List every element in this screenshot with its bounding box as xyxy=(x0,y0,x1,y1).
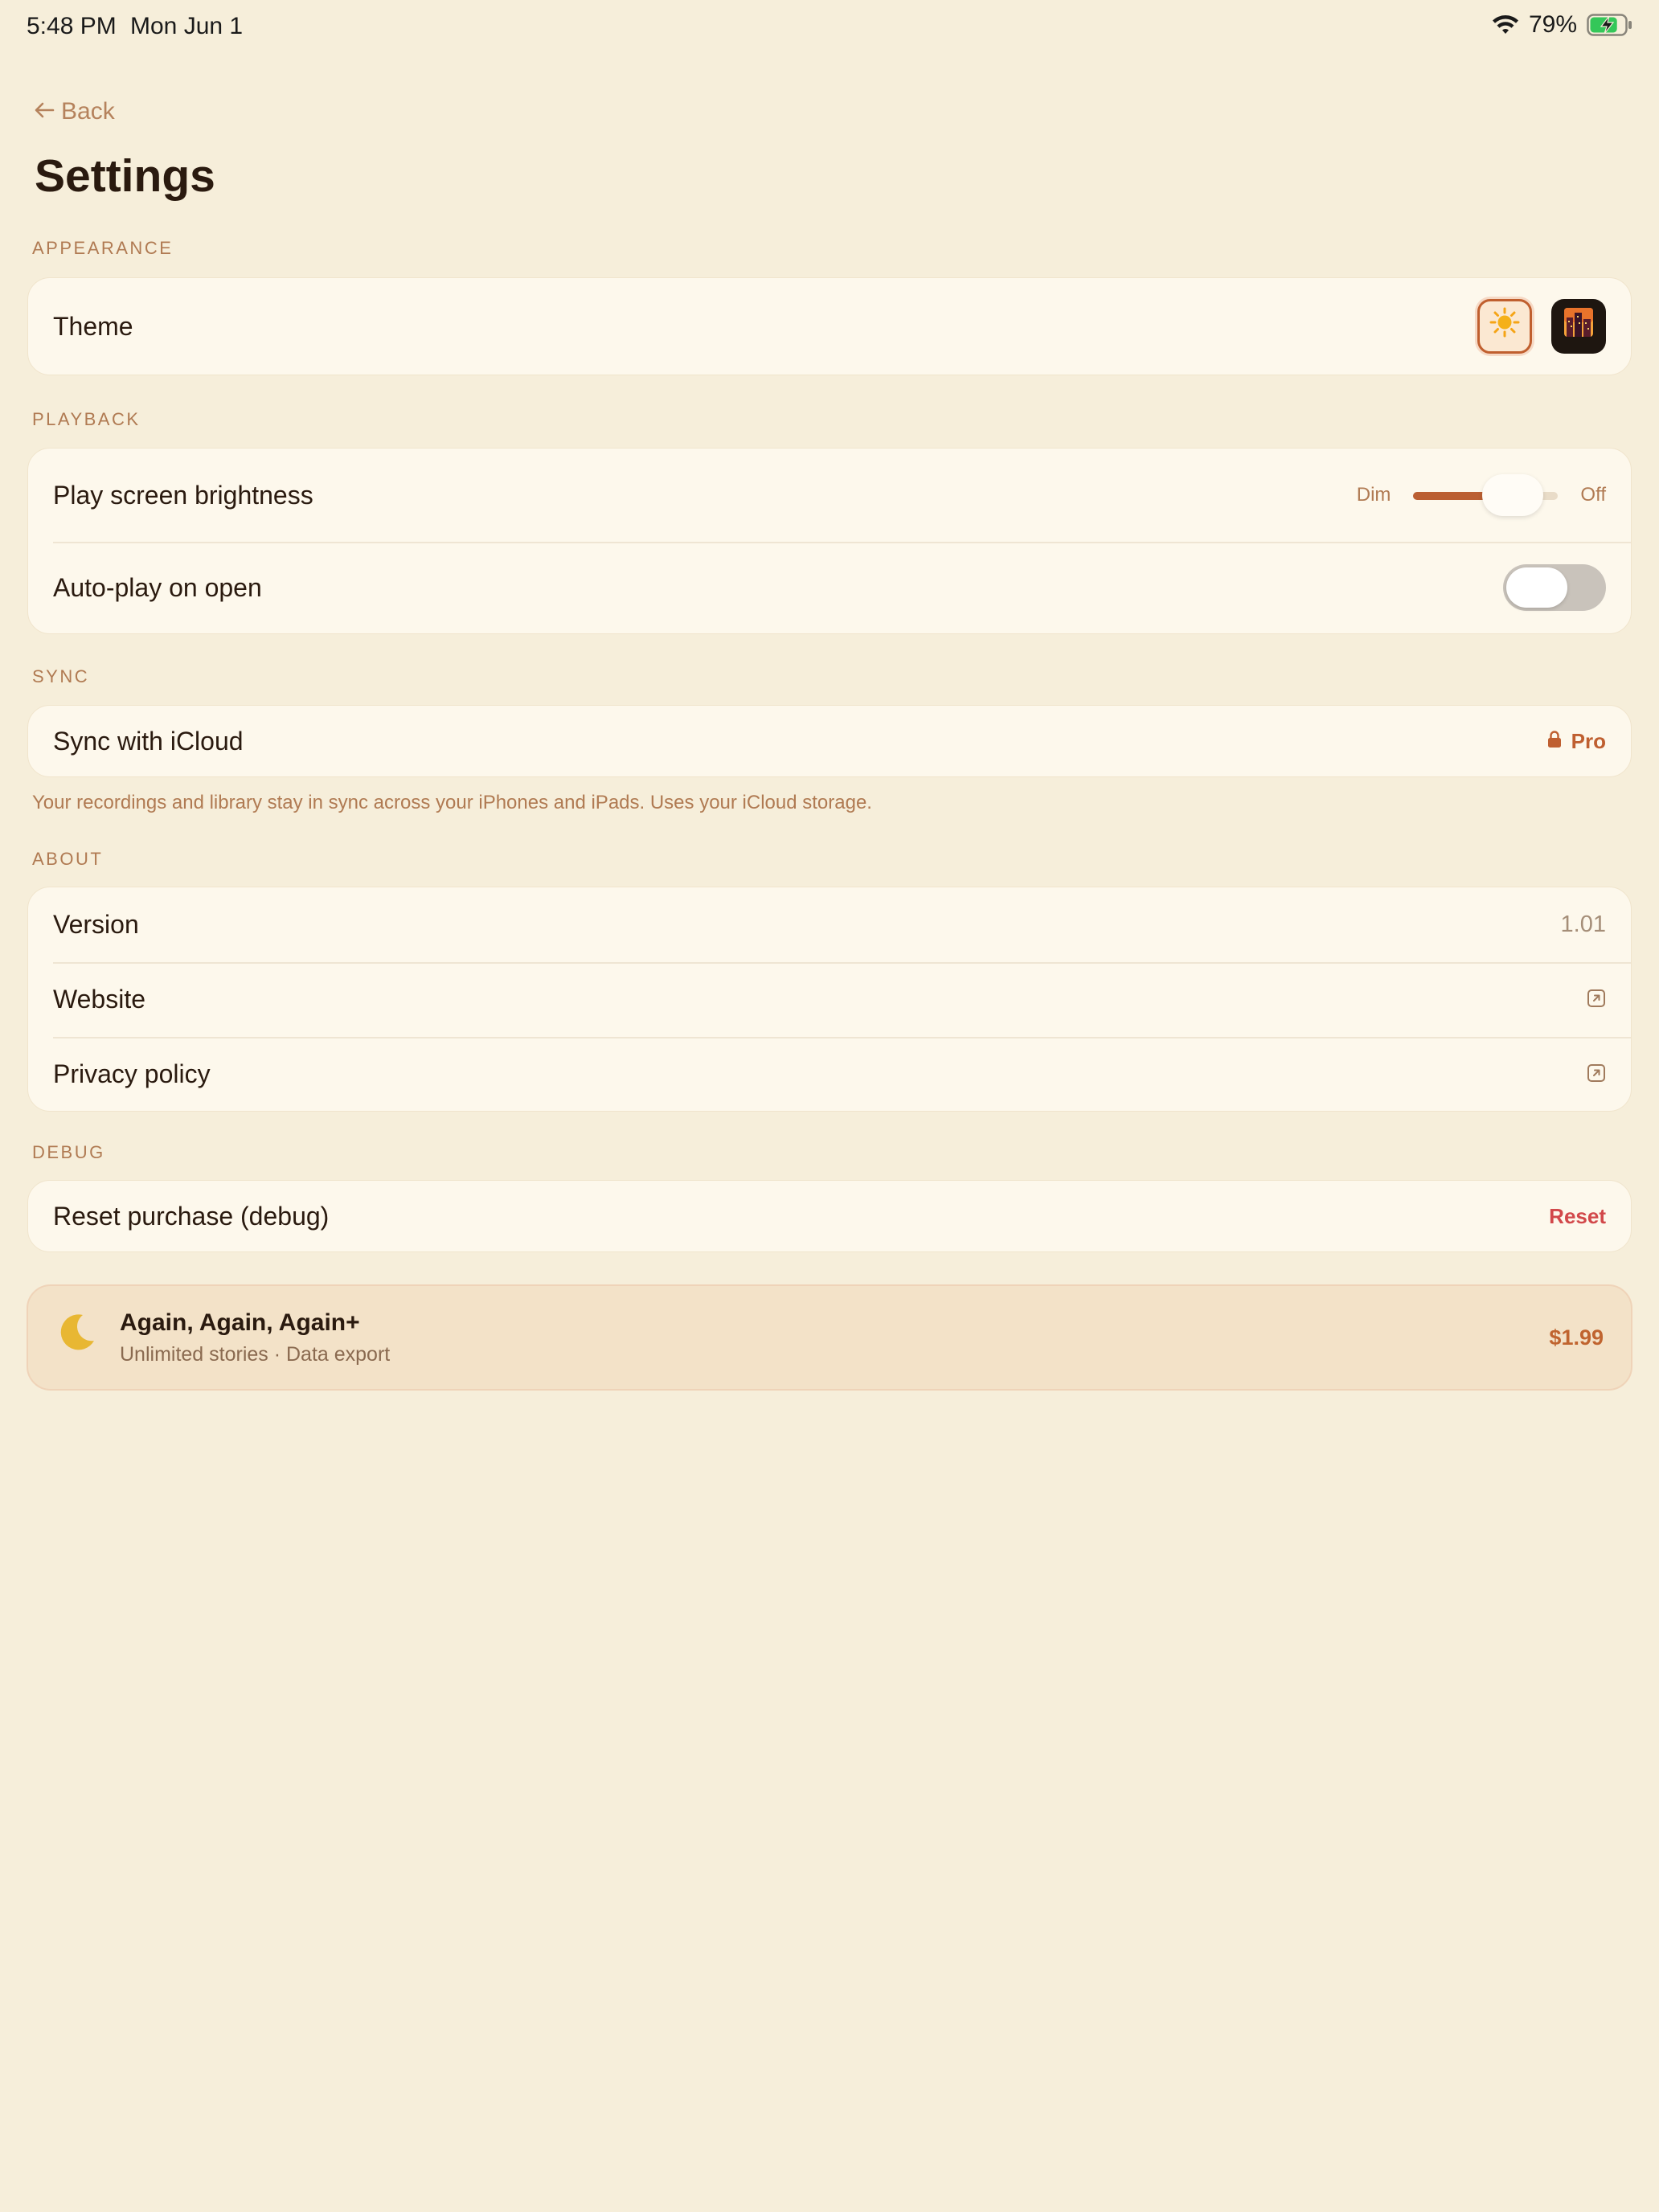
status-time: 5:48 PM xyxy=(27,13,117,39)
status-date: Mon Jun 1 xyxy=(130,13,244,39)
section-header-playback: PLAYBACK xyxy=(32,409,141,429)
autoplay-row: Auto-play on open xyxy=(28,542,1631,633)
theme-light-option[interactable] xyxy=(1477,299,1532,354)
external-link-icon xyxy=(1587,985,1606,1014)
external-link-icon xyxy=(1587,1059,1606,1089)
autoplay-toggle[interactable] xyxy=(1503,564,1606,611)
city-night-icon xyxy=(1563,306,1595,346)
lock-icon xyxy=(1547,729,1562,754)
theme-dark-option[interactable] xyxy=(1551,299,1606,354)
about-card: Version 1.01 Website Privacy policy xyxy=(27,887,1632,1112)
pro-badge[interactable]: Pro xyxy=(1547,729,1606,754)
autoplay-label: Auto-play on open xyxy=(53,572,262,602)
reset-button[interactable]: Reset xyxy=(1549,1204,1606,1229)
sync-footnote: Your recordings and library stay in sync… xyxy=(32,792,872,813)
status-bar: 5:48 PM Mon Jun 1 79% xyxy=(0,0,1659,51)
privacy-policy-row[interactable]: Privacy policy xyxy=(28,1037,1631,1111)
arrow-left-icon xyxy=(34,98,55,125)
brightness-row: Play screen brightness Dim Off xyxy=(28,449,1631,542)
version-value: 1.01 xyxy=(1560,911,1606,937)
section-header-appearance: APPEARANCE xyxy=(32,238,174,258)
brightness-slider[interactable] xyxy=(1413,473,1559,518)
icloud-sync-row[interactable]: Sync with iCloud Pro xyxy=(28,706,1631,776)
back-label: Back xyxy=(61,98,115,125)
website-label: Website xyxy=(53,985,146,1014)
upgrade-price: $1.99 xyxy=(1549,1325,1604,1350)
reset-purchase-row: Reset purchase (debug) Reset xyxy=(28,1181,1631,1251)
battery-percent: 79% xyxy=(1528,11,1577,38)
debug-card: Reset purchase (debug) Reset xyxy=(27,1180,1632,1252)
version-label: Version xyxy=(53,910,139,939)
autoplay-toggle-knob xyxy=(1506,567,1567,608)
upgrade-text: Again, Again, Again+ Unlimited stories ·… xyxy=(120,1309,1549,1366)
back-button[interactable]: Back xyxy=(34,98,115,125)
sun-icon xyxy=(1489,306,1521,346)
section-header-sync: SYNC xyxy=(32,666,90,686)
wifi-icon xyxy=(1492,14,1519,35)
playback-card: Play screen brightness Dim Off Auto-play… xyxy=(27,448,1632,634)
version-row: Version 1.01 xyxy=(28,887,1631,962)
crescent-moon-icon xyxy=(55,1312,120,1364)
page-title: Settings xyxy=(35,150,215,202)
website-row[interactable]: Website xyxy=(28,962,1631,1037)
brightness-slider-thumb[interactable] xyxy=(1481,474,1543,516)
theme-picker xyxy=(1477,299,1606,354)
battery-charging-icon xyxy=(1587,14,1633,36)
reset-purchase-label: Reset purchase (debug) xyxy=(53,1201,330,1231)
brightness-min-label: Dim xyxy=(1356,484,1391,506)
upgrade-subtitle: Unlimited stories · Data export xyxy=(120,1342,391,1366)
upgrade-title: Again, Again, Again+ xyxy=(120,1309,360,1336)
theme-row: Theme xyxy=(28,278,1631,375)
sync-card: Sync with iCloud Pro xyxy=(27,705,1632,777)
status-indicators: 79% xyxy=(1492,11,1633,39)
pro-label: Pro xyxy=(1571,728,1606,753)
theme-label: Theme xyxy=(53,311,133,341)
upgrade-banner[interactable]: Again, Again, Again+ Unlimited stories ·… xyxy=(27,1284,1632,1391)
privacy-policy-label: Privacy policy xyxy=(53,1059,211,1088)
section-header-debug: DEBUG xyxy=(32,1142,105,1162)
brightness-max-label: Off xyxy=(1580,484,1606,506)
brightness-label: Play screen brightness xyxy=(53,480,313,510)
appearance-card: Theme xyxy=(27,277,1632,375)
brightness-control: Dim Off xyxy=(1357,473,1606,518)
icloud-sync-label: Sync with iCloud xyxy=(53,726,244,756)
section-header-about: ABOUT xyxy=(32,849,104,869)
